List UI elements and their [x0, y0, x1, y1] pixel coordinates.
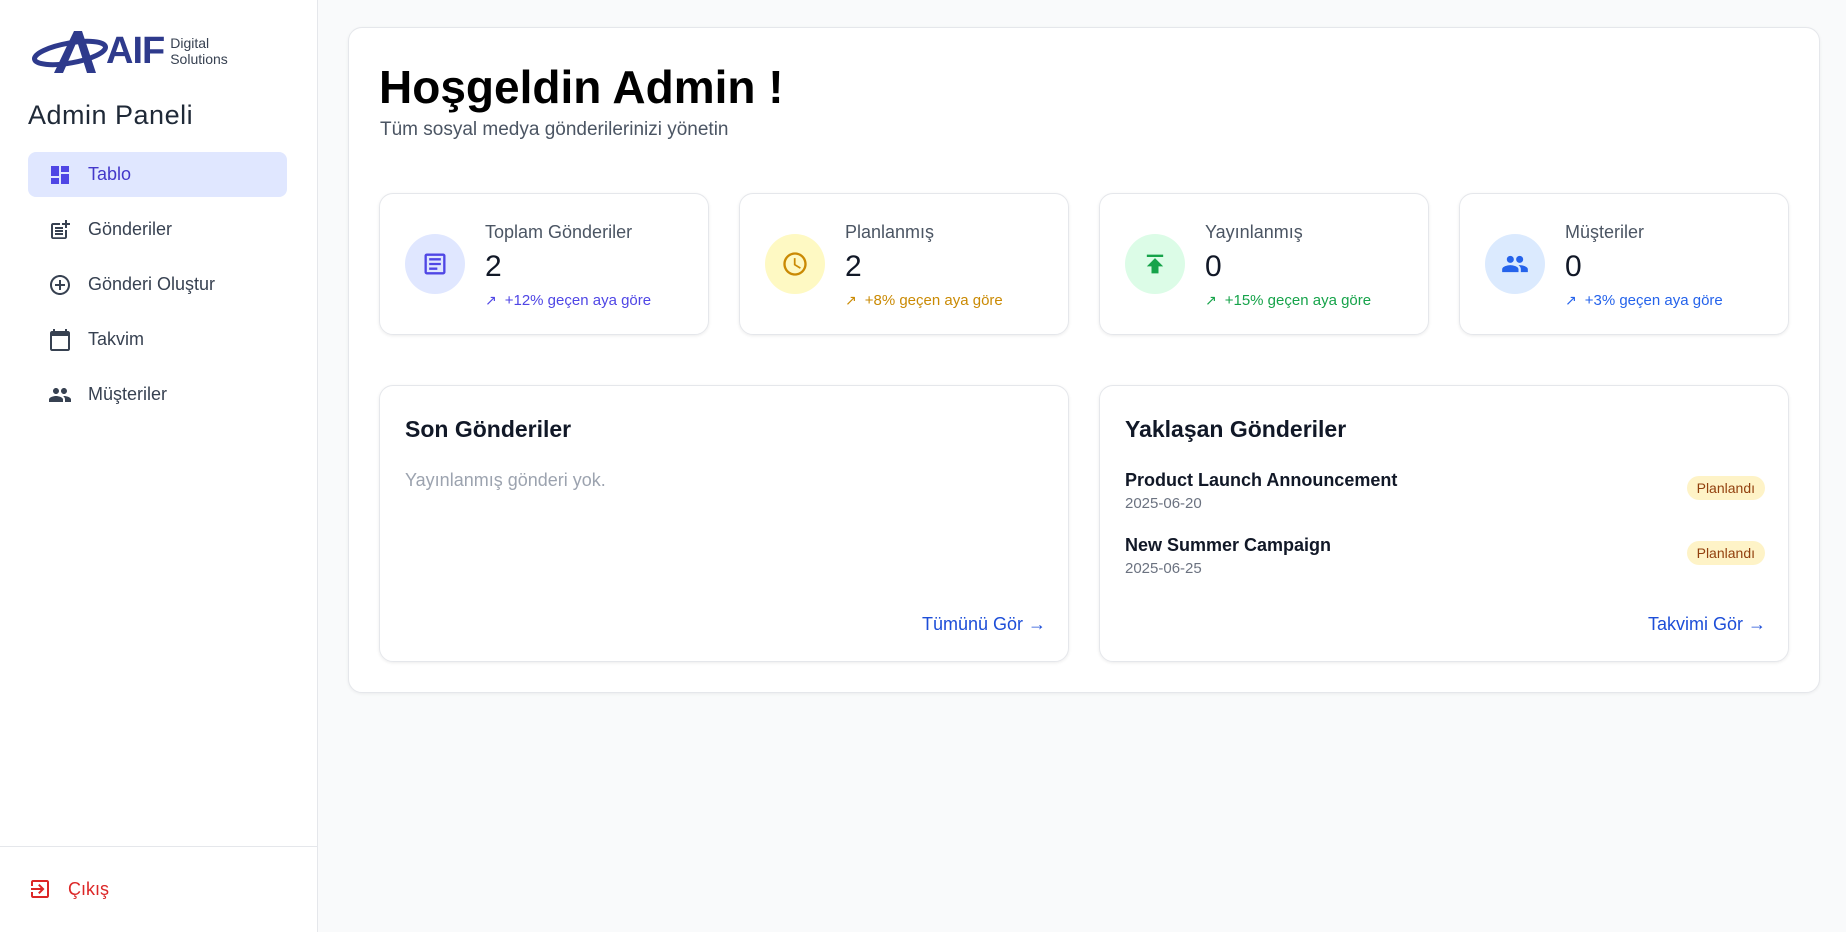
brand-sub-line-2: Solutions [170, 51, 228, 67]
sidebar: AIF Digital Solutions Admin Paneli Tablo… [0, 0, 318, 932]
view-calendar-link[interactable]: Takvimi Gör → [1648, 614, 1766, 635]
dashboard-icon [51, 165, 69, 184]
plus-circle-icon [50, 274, 70, 295]
trend-up-icon: ↗ [1565, 292, 1577, 308]
stats-row: Toplam Gönderiler 2 ↗ +12% geçen aya gör… [379, 193, 1789, 335]
sidebar-item-label: Gönderiler [88, 219, 173, 239]
page-title: Hoşgeldin Admin ! [379, 61, 784, 113]
list-item[interactable]: New Summer Campaign 2025-06-25 Planlandı [1125, 535, 1765, 577]
logout-label: Çıkış [68, 878, 110, 899]
sidebar-nav: Tablo Gönderiler Gönderi Oluştur Takvim … [28, 152, 287, 427]
people-icon [1485, 234, 1545, 294]
stat-value: 2 [845, 250, 862, 283]
stat-label: Yayınlanmış [1205, 222, 1303, 242]
publish-icon [1125, 234, 1185, 294]
sidebar-item-takvim[interactable]: Takvim [28, 317, 287, 362]
stat-trend: ↗ +3% geçen aya göre [1565, 292, 1723, 309]
sidebar-item-gonderi-olustur[interactable]: Gönderi Oluştur [28, 262, 287, 307]
logout-button[interactable]: Çıkış [28, 877, 109, 901]
stat-card-published: Yayınlanmış 0 ↗ +15% geçen aya göre [1099, 193, 1429, 335]
brand-subtitle: Digital Solutions [170, 35, 228, 67]
trend-up-icon: ↗ [845, 292, 857, 308]
stat-trend: ↗ +12% geçen aya göre [485, 292, 651, 309]
post-title: Product Launch Announcement [1125, 470, 1398, 490]
sidebar-item-label: Takvim [88, 329, 145, 349]
brand-logo[interactable]: AIF Digital Solutions [32, 27, 228, 75]
status-badge: Planlandı [1686, 476, 1765, 500]
page-subtitle: Tüm sosyal medya gönderilerinizi yönetin [380, 119, 729, 140]
stat-trend: ↗ +8% geçen aya göre [845, 292, 1003, 309]
stat-value: 0 [1565, 250, 1582, 283]
stat-trend-text: +3% geçen aya göre [1584, 292, 1723, 309]
panel-title: Admin Paneli [28, 100, 194, 130]
article-icon [405, 234, 465, 294]
view-all-link[interactable]: Tümünü Gör → [922, 614, 1046, 635]
empty-state: Yayınlanmış gönderi yok. [405, 470, 606, 490]
stat-trend-text: +8% geçen aya göre [864, 292, 1003, 309]
status-badge: Planlandı [1686, 541, 1765, 565]
stat-label: Toplam Gönderiler [485, 222, 633, 242]
stat-value: 2 [485, 250, 502, 283]
list-item[interactable]: Product Launch Announcement 2025-06-20 P… [1125, 470, 1765, 512]
post-add-icon [51, 219, 70, 239]
sidebar-item-tablo[interactable]: Tablo [28, 152, 287, 197]
stat-label: Müşteriler [1565, 222, 1645, 242]
dashboard-card: Hoşgeldin Admin ! Tüm sosyal medya gönde… [348, 27, 1820, 693]
panel-heading: Son Gönderiler [405, 416, 572, 442]
brand-sub-line-1: Digital [170, 35, 210, 51]
sidebar-item-gonderiler[interactable]: Gönderiler [28, 207, 287, 252]
trend-up-icon: ↗ [485, 292, 497, 308]
stat-label: Planlanmış [845, 222, 935, 242]
stat-card-total-posts: Toplam Gönderiler 2 ↗ +12% geçen aya gör… [379, 193, 709, 335]
stat-card-customers: Müşteriler 0 ↗ +3% geçen aya göre [1459, 193, 1789, 335]
stat-trend: ↗ +15% geçen aya göre [1205, 292, 1371, 309]
post-date: 2025-06-20 [1125, 495, 1202, 512]
trend-up-icon: ↗ [1205, 292, 1217, 308]
sidebar-item-label: Tablo [88, 164, 132, 184]
stat-trend-text: +12% geçen aya göre [504, 292, 652, 309]
upcoming-posts-panel: Yaklaşan Gönderiler Product Launch Annou… [1099, 385, 1789, 662]
stat-value: 0 [1205, 250, 1222, 283]
brand-name: AIF [106, 30, 165, 72]
post-title: New Summer Campaign [1125, 535, 1332, 555]
sidebar-item-label: Gönderi Oluştur [88, 274, 216, 294]
sidebar-item-label: Müşteriler [88, 384, 168, 404]
people-icon [49, 387, 71, 402]
sidebar-item-musteriler[interactable]: Müşteriler [28, 372, 287, 417]
calendar-icon [50, 328, 70, 351]
logo-mark-icon [32, 31, 108, 73]
panel-heading: Yaklaşan Gönderiler [1125, 416, 1347, 442]
recent-posts-panel: Son Gönderiler Yayınlanmış gönderi yok. … [379, 385, 1069, 662]
clock-icon [765, 234, 825, 294]
logout-icon [31, 880, 49, 898]
stat-trend-text: +15% geçen aya göre [1224, 292, 1372, 309]
panels-row: Son Gönderiler Yayınlanmış gönderi yok. … [379, 385, 1789, 662]
post-date: 2025-06-25 [1125, 560, 1202, 577]
stat-card-scheduled: Planlanmış 2 ↗ +8% geçen aya göre [739, 193, 1069, 335]
sidebar-footer: Çıkış [0, 846, 318, 932]
